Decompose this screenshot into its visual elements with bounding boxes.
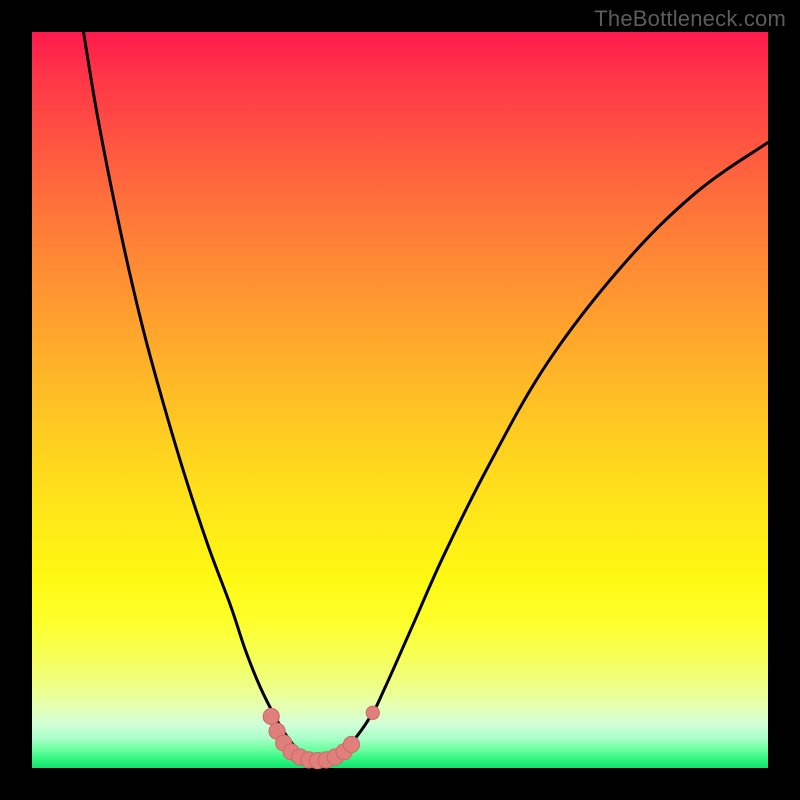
curve-path <box>84 32 768 760</box>
bottleneck-curve <box>32 32 768 768</box>
watermark-label: TheBottleneck.com <box>594 6 786 32</box>
curve-marker <box>263 708 279 724</box>
curve-marker <box>343 736 359 752</box>
plot-area <box>32 32 768 768</box>
curve-marker <box>366 706 379 719</box>
marker-group <box>263 706 379 769</box>
chart-frame: TheBottleneck.com <box>0 0 800 800</box>
